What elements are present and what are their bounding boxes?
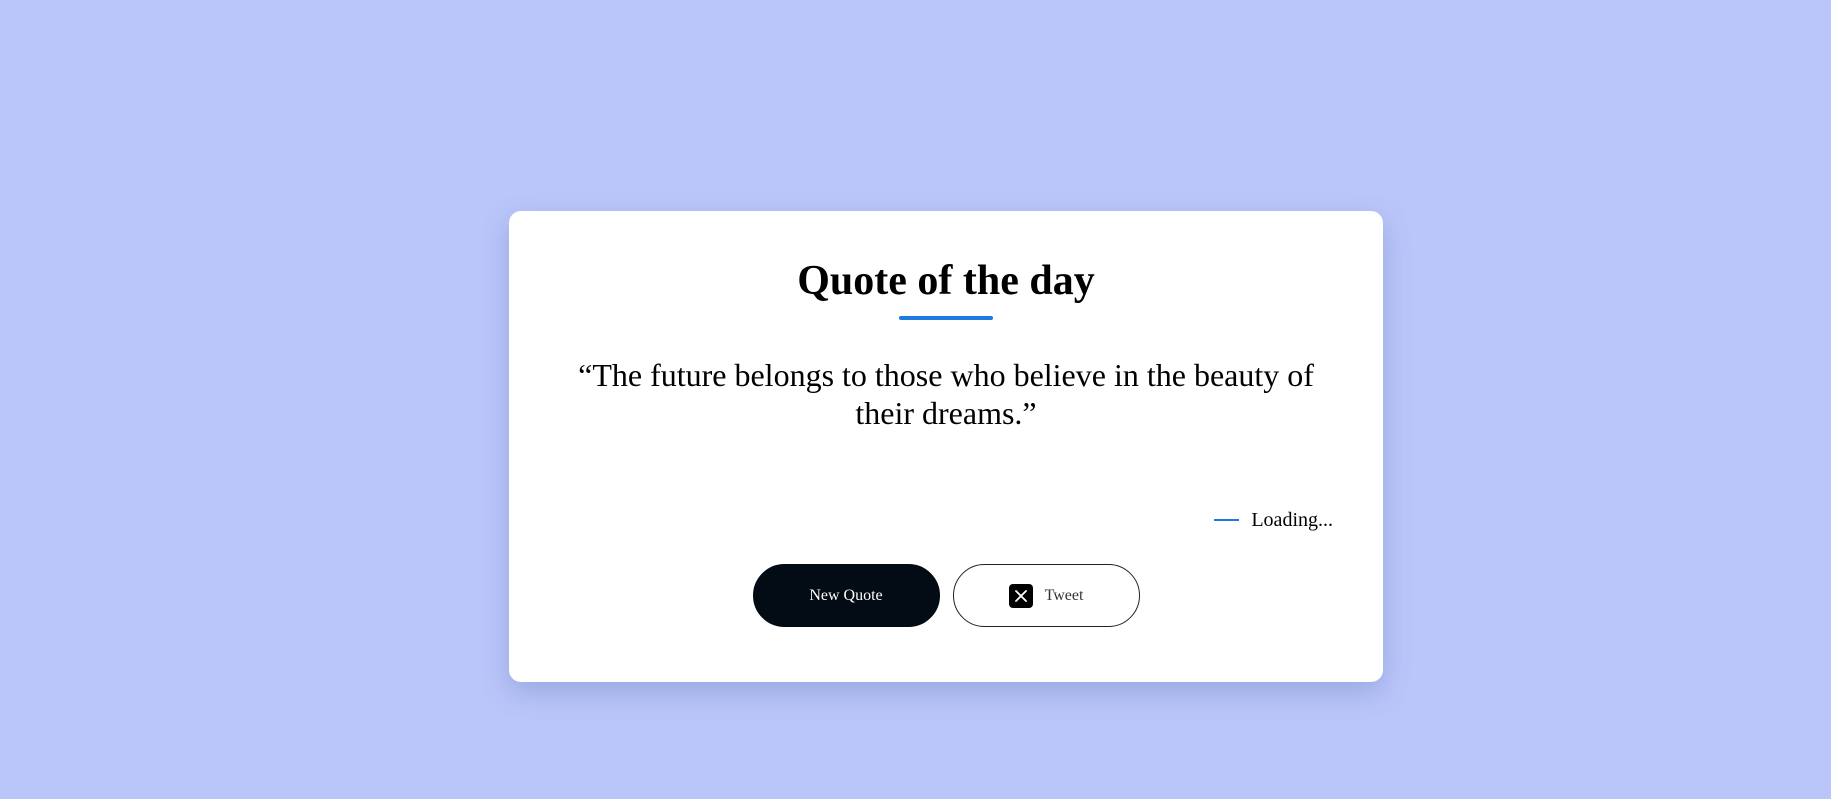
quote-text: “The future belongs to those who believe… bbox=[578, 357, 1314, 431]
new-quote-label: New Quote bbox=[809, 586, 883, 604]
button-row: New Quote Tweet bbox=[509, 564, 1383, 627]
tweet-button[interactable]: Tweet bbox=[952, 564, 1140, 627]
new-quote-button[interactable]: New Quote bbox=[752, 564, 940, 627]
x-logo-icon bbox=[1008, 583, 1033, 608]
author-name: Loading... bbox=[1251, 509, 1333, 531]
quote-author: Loading... bbox=[1214, 507, 1333, 533]
title-underline bbox=[899, 316, 993, 320]
tweet-label: Tweet bbox=[1044, 586, 1084, 604]
author-dash bbox=[1214, 519, 1240, 521]
quote-card: Quote of the day “The future belongs to … bbox=[509, 211, 1383, 682]
card-title: Quote of the day bbox=[797, 258, 1095, 304]
